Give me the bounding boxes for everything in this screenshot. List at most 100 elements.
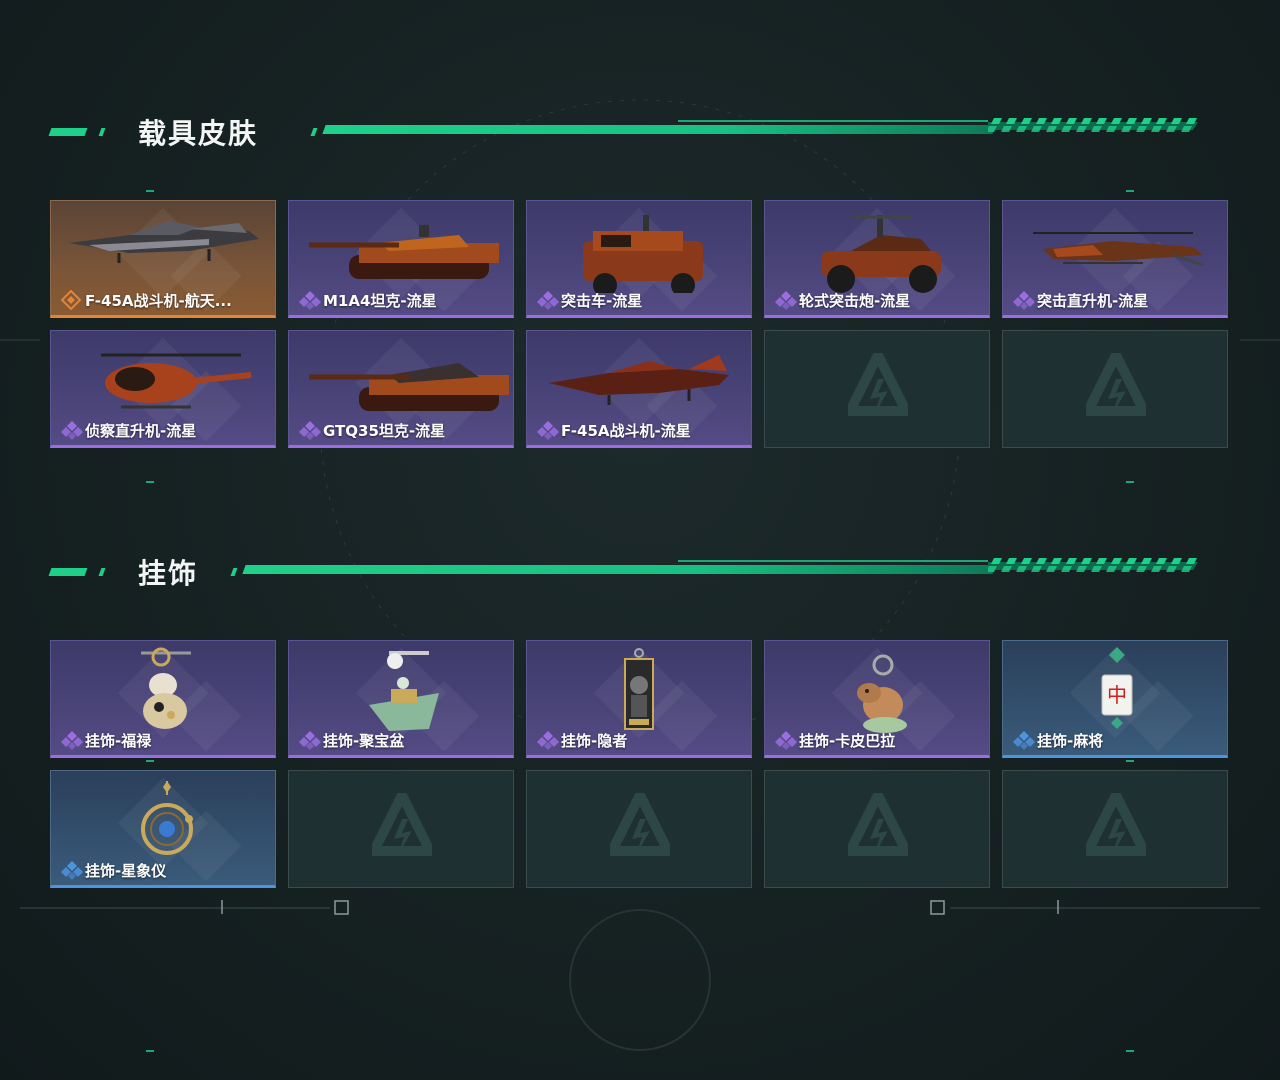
item-card[interactable]: 中挂饰-麻将 xyxy=(1002,640,1228,758)
rarity-purple-icon xyxy=(537,730,559,750)
item-label: GTQ35坦克-流星 xyxy=(323,421,446,440)
corner-tick xyxy=(1126,190,1134,192)
item-label: 突击直升机-流星 xyxy=(1037,291,1149,310)
item-card[interactable]: 挂饰-卡皮巴拉 xyxy=(764,640,990,758)
item-image xyxy=(821,215,941,293)
item-label: 挂饰-麻将 xyxy=(1037,731,1104,750)
corner-tick xyxy=(1126,1050,1134,1052)
item-label-row: 侦察直升机-流星 xyxy=(61,419,196,441)
item-label: 挂饰-福禄 xyxy=(85,731,152,750)
item-image xyxy=(857,654,907,733)
item-label-row: 挂饰-福禄 xyxy=(61,729,151,751)
item-card[interactable]: 挂饰-星象仪 xyxy=(50,770,276,888)
item-image xyxy=(624,648,654,730)
section-title: 载具皮肤 xyxy=(138,117,259,150)
item-image xyxy=(309,363,509,411)
item-label-row: 轮式突击炮-流星 xyxy=(775,289,910,311)
placeholder-logo-icon xyxy=(369,790,435,865)
rarity-purple-icon xyxy=(1013,290,1035,310)
placeholder-logo-icon xyxy=(1083,350,1149,425)
item-image xyxy=(69,221,259,263)
empty-slot xyxy=(288,770,514,888)
header-accent-bar xyxy=(48,568,88,576)
placeholder-logo-icon xyxy=(1083,790,1149,865)
rarity-blue-icon xyxy=(61,860,83,880)
rarity-purple-icon xyxy=(61,730,83,750)
item-label: F-45A战斗机-流星 xyxy=(561,421,691,440)
header-accent-bar xyxy=(98,568,106,576)
corner-tick xyxy=(146,760,154,762)
rarity-purple-icon xyxy=(775,290,797,310)
item-image xyxy=(101,353,252,409)
section-header-vehicle-skins: 载具皮肤 xyxy=(48,117,1208,150)
corner-tick xyxy=(1126,760,1134,762)
item-card[interactable]: F-45A战斗机-流星 xyxy=(526,330,752,448)
section-title: 挂饰 xyxy=(138,557,199,590)
item-label-row: F-45A战斗机-流星 xyxy=(537,419,691,441)
item-label-row: M1A4坦克-流星 xyxy=(299,289,437,311)
item-image xyxy=(1033,232,1204,267)
item-image xyxy=(549,355,729,405)
item-card[interactable]: 挂饰-福禄 xyxy=(50,640,276,758)
rarity-purple-icon xyxy=(299,290,321,310)
placeholder-logo-icon xyxy=(607,790,673,865)
item-card[interactable]: 突击直升机-流星 xyxy=(1002,200,1228,318)
item-label: 突击车-流星 xyxy=(561,291,643,310)
item-card[interactable]: 侦察直升机-流星 xyxy=(50,330,276,448)
placeholder-logo-icon xyxy=(845,350,911,425)
item-label: 侦察直升机-流星 xyxy=(85,421,197,440)
item-card[interactable]: F-45A战斗机-航天... xyxy=(50,200,276,318)
corner-tick xyxy=(146,190,154,192)
mahjong-glyph: 中 xyxy=(1107,683,1127,707)
item-image xyxy=(309,225,499,279)
corner-tick xyxy=(146,481,154,483)
rarity-purple-icon xyxy=(299,420,321,440)
item-label: 轮式突击炮-流星 xyxy=(799,291,911,310)
header-accent-bar xyxy=(98,128,106,136)
header-checker-pattern xyxy=(988,558,1198,572)
placeholder-logo-icon xyxy=(845,790,911,865)
item-label-row: 挂饰-星象仪 xyxy=(61,859,166,881)
item-image xyxy=(369,651,439,731)
item-card[interactable]: GTQ35坦克-流星 xyxy=(288,330,514,448)
corner-tick xyxy=(146,1050,154,1052)
item-image xyxy=(583,215,703,293)
item-card[interactable]: 轮式突击炮-流星 xyxy=(764,200,990,318)
item-label: 挂饰-卡皮巴拉 xyxy=(799,731,896,750)
item-label-row: 挂饰-麻将 xyxy=(1013,729,1103,751)
empty-slot xyxy=(1002,330,1228,448)
header-line xyxy=(322,125,996,134)
item-label: 挂饰-星象仪 xyxy=(85,861,167,880)
item-label-row: 挂饰-卡皮巴拉 xyxy=(775,729,895,751)
item-card[interactable]: 挂饰-聚宝盆 xyxy=(288,640,514,758)
item-image xyxy=(141,781,193,855)
header-accent-bar xyxy=(230,568,238,576)
item-label-row: 突击车-流星 xyxy=(537,289,642,311)
corner-tick xyxy=(1126,481,1134,483)
rarity-purple-icon xyxy=(775,730,797,750)
item-label: M1A4坦克-流星 xyxy=(323,291,437,310)
header-thin-line xyxy=(678,120,988,122)
item-card[interactable]: M1A4坦克-流星 xyxy=(288,200,514,318)
empty-slot xyxy=(1002,770,1228,888)
rarity-purple-icon xyxy=(299,730,321,750)
item-label-row: F-45A战斗机-航天... xyxy=(60,289,232,311)
background-decoration xyxy=(0,99,1280,1051)
item-label-row: GTQ35坦克-流星 xyxy=(299,419,445,441)
header-accent-bar xyxy=(48,128,88,136)
empty-slot xyxy=(764,330,990,448)
item-label-row: 突击直升机-流星 xyxy=(1013,289,1148,311)
item-card[interactable]: 突击车-流星 xyxy=(526,200,752,318)
section-header-pendants: 挂饰 xyxy=(48,557,1208,590)
item-card[interactable]: 挂饰-隐者 xyxy=(526,640,752,758)
rarity-purple-icon xyxy=(61,420,83,440)
item-label: F-45A战斗机-航天... xyxy=(85,291,232,310)
item-image: 中 xyxy=(1101,647,1133,729)
item-label: 挂饰-隐者 xyxy=(561,731,628,750)
empty-slot xyxy=(526,770,752,888)
header-checker-pattern xyxy=(988,118,1198,132)
item-label-row: 挂饰-聚宝盆 xyxy=(299,729,404,751)
rarity-blue-icon xyxy=(1013,730,1035,750)
rarity-orange-icon xyxy=(60,289,82,311)
item-label-row: 挂饰-隐者 xyxy=(537,729,627,751)
